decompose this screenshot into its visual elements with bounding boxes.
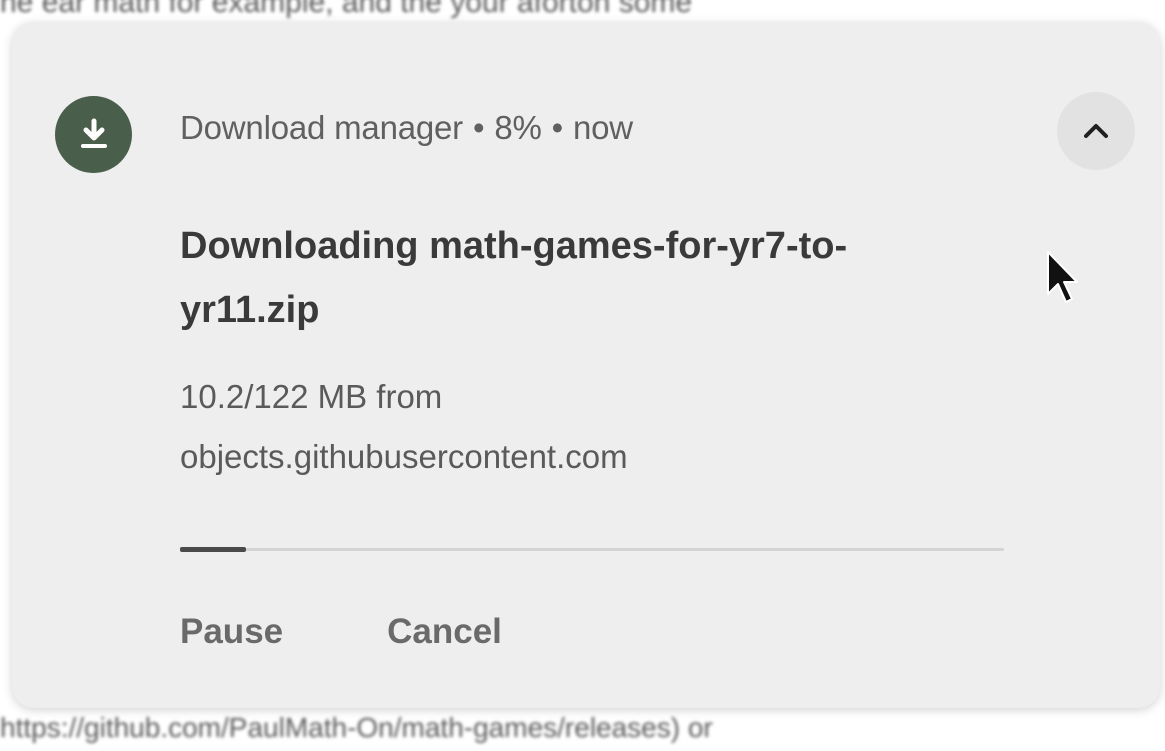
notification-subtitle: 10.2/122 MB from objects.githubuserconte… — [180, 367, 880, 487]
download-source: objects.githubusercontent.com — [180, 438, 628, 475]
notification-title: Downloading math-games-for-yr7-to-yr11.z… — [180, 225, 848, 331]
collapse-button[interactable] — [1057, 92, 1135, 170]
separator-dot: • — [551, 109, 564, 146]
download-size: 10.2/122 MB from — [180, 378, 443, 415]
download-icon — [55, 96, 132, 173]
mouse-cursor-icon — [1047, 251, 1078, 303]
notification-actions: Pause Cancel — [180, 612, 502, 652]
chevron-up-icon — [1084, 124, 1108, 138]
app-name: Download manager — [180, 109, 463, 146]
background-page-text-top: ne ear math for example, and the your af… — [0, 0, 693, 19]
notification-header: Download manager • 8% • now — [180, 109, 633, 147]
download-notification[interactable]: Download manager • 8% • now Downloading math… — [12, 22, 1160, 708]
cancel-button[interactable]: Cancel — [387, 612, 502, 652]
progress-percent: 8% — [494, 109, 542, 146]
notification-time: now — [573, 109, 633, 146]
pause-button[interactable]: Pause — [180, 612, 283, 652]
separator-dot: • — [472, 109, 485, 146]
download-progress-fill — [180, 547, 246, 552]
background-page-text-bottom: https://github.com/PaulMath-On/math-game… — [0, 712, 713, 743]
screen: ne ear math for example, and the your af… — [0, 0, 1165, 751]
download-progress-bar — [180, 547, 1004, 552]
